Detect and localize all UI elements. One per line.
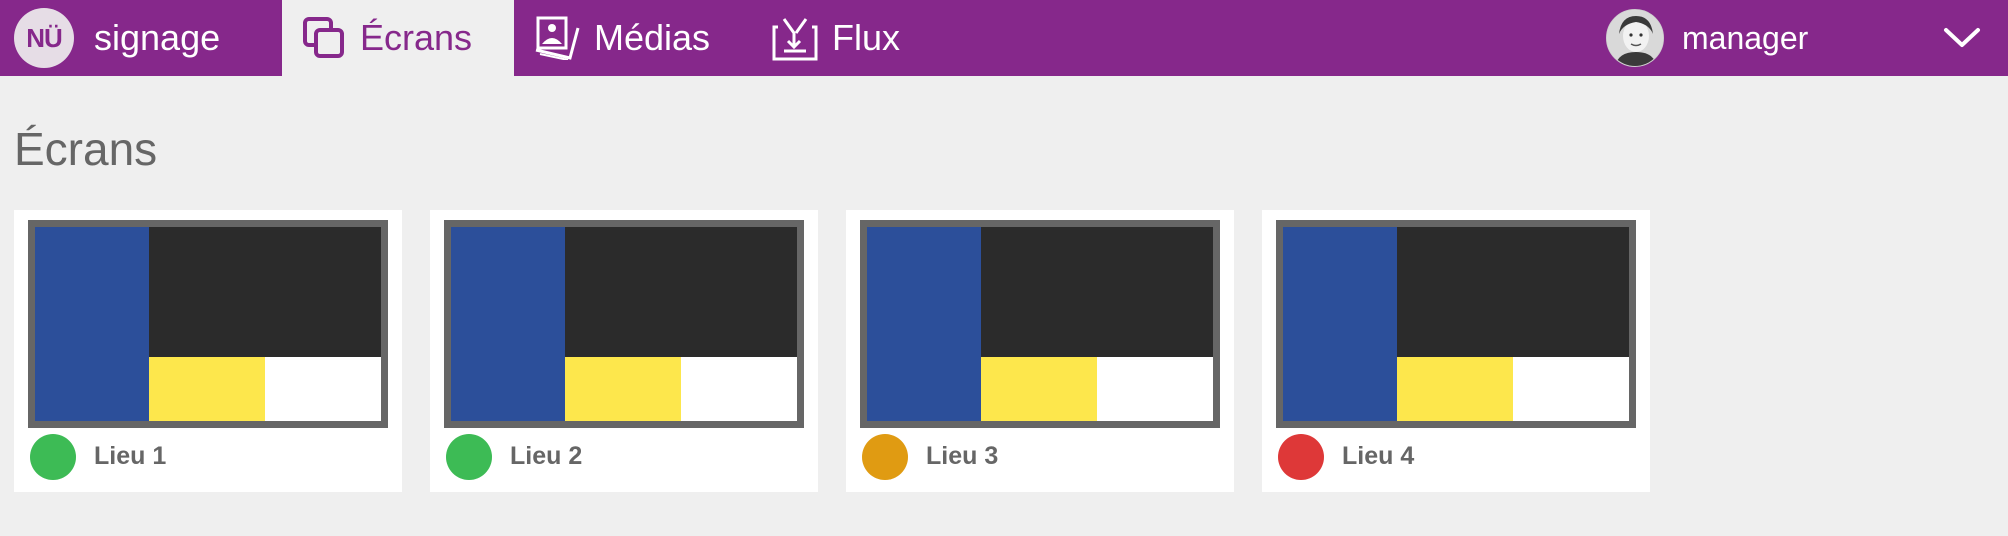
layout-zone-top (1397, 227, 1629, 357)
layout-zone-bottom-right (1513, 357, 1629, 421)
tab-flux[interactable]: Flux (772, 0, 900, 76)
user-dropdown-toggle[interactable] (1942, 20, 1982, 56)
status-indicator (862, 434, 908, 480)
layout-zone-bottom-right (1097, 357, 1213, 421)
screen-card-2[interactable]: Lieu 2 (430, 210, 818, 492)
media-icon (535, 16, 580, 60)
layout-zone-bottom-right (265, 357, 381, 421)
tab-medias[interactable]: Médias (534, 0, 710, 76)
screen-preview[interactable] (1276, 220, 1636, 428)
layout-zone-bottom-right (681, 357, 797, 421)
nu-logo: NÜ (14, 8, 74, 68)
screen-label: Lieu 4 (1342, 442, 1415, 470)
page-title: Écrans (14, 123, 158, 175)
layout-zone-bottom-left (565, 357, 681, 421)
brand-name: signage (94, 17, 221, 58)
screens-icon (303, 17, 344, 58)
layout-zone-top (565, 227, 797, 357)
username: manager (1682, 19, 1809, 56)
layout-zone-bottom-left (149, 357, 265, 421)
feed-icon (772, 18, 818, 61)
screen-preview[interactable] (860, 220, 1220, 428)
top-navigation-bar: NÜ signage Écrans Médias Flux manager (0, 0, 2008, 76)
screen-card-4[interactable]: Lieu 4 (1262, 210, 1650, 492)
status-indicator (1278, 434, 1324, 480)
screen-card-1[interactable]: Lieu 1 (14, 210, 402, 492)
tab-medias-label: Médias (594, 17, 711, 58)
screen-preview[interactable] (28, 220, 388, 428)
chevron-down-icon (1944, 28, 1980, 47)
brand[interactable]: NÜ signage (14, 8, 220, 68)
tab-ecrans-label: Écrans (360, 17, 473, 58)
user-menu[interactable]: manager (1606, 8, 1808, 68)
layout-zone-left (1283, 227, 1397, 421)
layout-zone-left (35, 227, 149, 421)
screen-label: Lieu 3 (926, 442, 999, 470)
layout-zone-left (451, 227, 565, 421)
screen-label: Lieu 2 (510, 442, 583, 470)
screen-preview[interactable] (444, 220, 804, 428)
screen-card-3[interactable]: Lieu 3 (846, 210, 1234, 492)
layout-zone-bottom-left (1397, 357, 1513, 421)
user-avatar (1606, 9, 1664, 67)
status-indicator (446, 434, 492, 480)
status-indicator (30, 434, 76, 480)
tab-flux-label: Flux (832, 17, 901, 58)
layout-zone-left (867, 227, 981, 421)
tab-ecrans[interactable]: Écrans (282, 0, 514, 76)
layout-zone-top (149, 227, 381, 357)
screen-label: Lieu 1 (94, 442, 167, 470)
layout-zone-bottom-left (981, 357, 1097, 421)
layout-zone-top (981, 227, 1213, 357)
